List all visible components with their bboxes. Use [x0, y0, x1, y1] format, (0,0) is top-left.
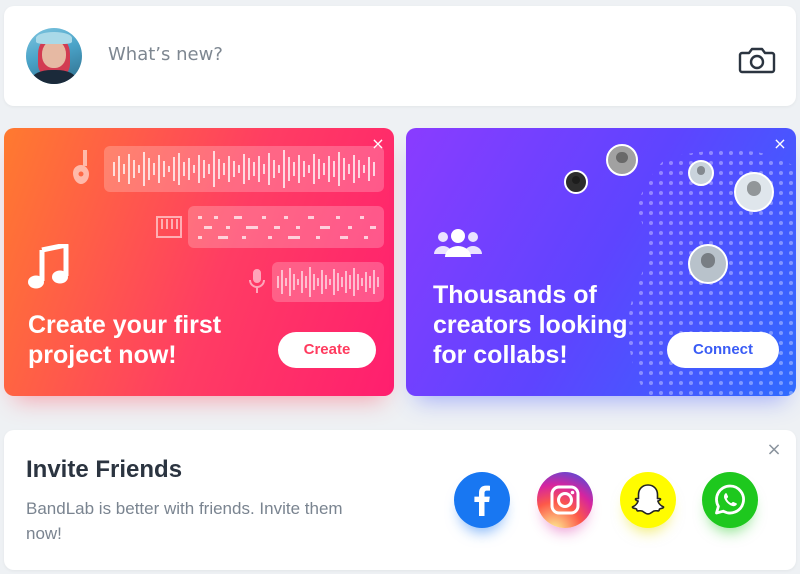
connect-creators-card: × Thousands of creators looking for coll… [406, 128, 796, 396]
keyboard-icon [156, 216, 182, 238]
create-card-title: Create your first project now! [28, 311, 222, 369]
whatsapp-icon[interactable] [702, 472, 758, 528]
create-button[interactable]: Create [278, 332, 376, 368]
camera-icon[interactable] [738, 44, 776, 76]
invite-title: Invite Friends [26, 456, 183, 483]
connect-button[interactable]: Connect [667, 332, 779, 368]
invite-close-icon[interactable]: × [766, 441, 782, 459]
audio-track-waveform [104, 146, 384, 192]
creator-avatar[interactable] [688, 160, 714, 186]
post-composer: What’s new? [4, 6, 796, 106]
midi-track [188, 206, 384, 248]
microphone-icon [248, 268, 266, 294]
music-note-icon [28, 242, 70, 290]
creator-avatar[interactable] [734, 172, 774, 212]
instagram-icon[interactable] [537, 472, 593, 528]
creator-avatar[interactable] [564, 170, 588, 194]
avatar-hat [36, 32, 72, 44]
vocal-track-waveform [272, 262, 384, 302]
group-icon [433, 228, 483, 258]
connect-card-title: Thousands of creators looking for collab… [433, 281, 628, 369]
avatar-body [32, 70, 76, 84]
facebook-icon[interactable] [454, 472, 510, 528]
invite-description: BandLab is better with friends. Invite t… [26, 499, 343, 543]
connect-card-close-icon[interactable]: × [772, 136, 788, 152]
create-project-card: × Create your first project now! Create [4, 128, 394, 396]
snapchat-icon[interactable] [620, 472, 676, 528]
create-card-close-icon[interactable]: × [370, 136, 386, 152]
invite-friends-card: Invite Friends BandLab is better with fr… [4, 430, 796, 570]
user-avatar[interactable] [26, 28, 82, 84]
creator-avatar[interactable] [606, 144, 638, 176]
guitar-icon [70, 150, 92, 186]
creator-avatar[interactable] [688, 244, 728, 284]
avatar-face [42, 40, 66, 68]
whats-new-input[interactable]: What’s new? [108, 44, 223, 65]
